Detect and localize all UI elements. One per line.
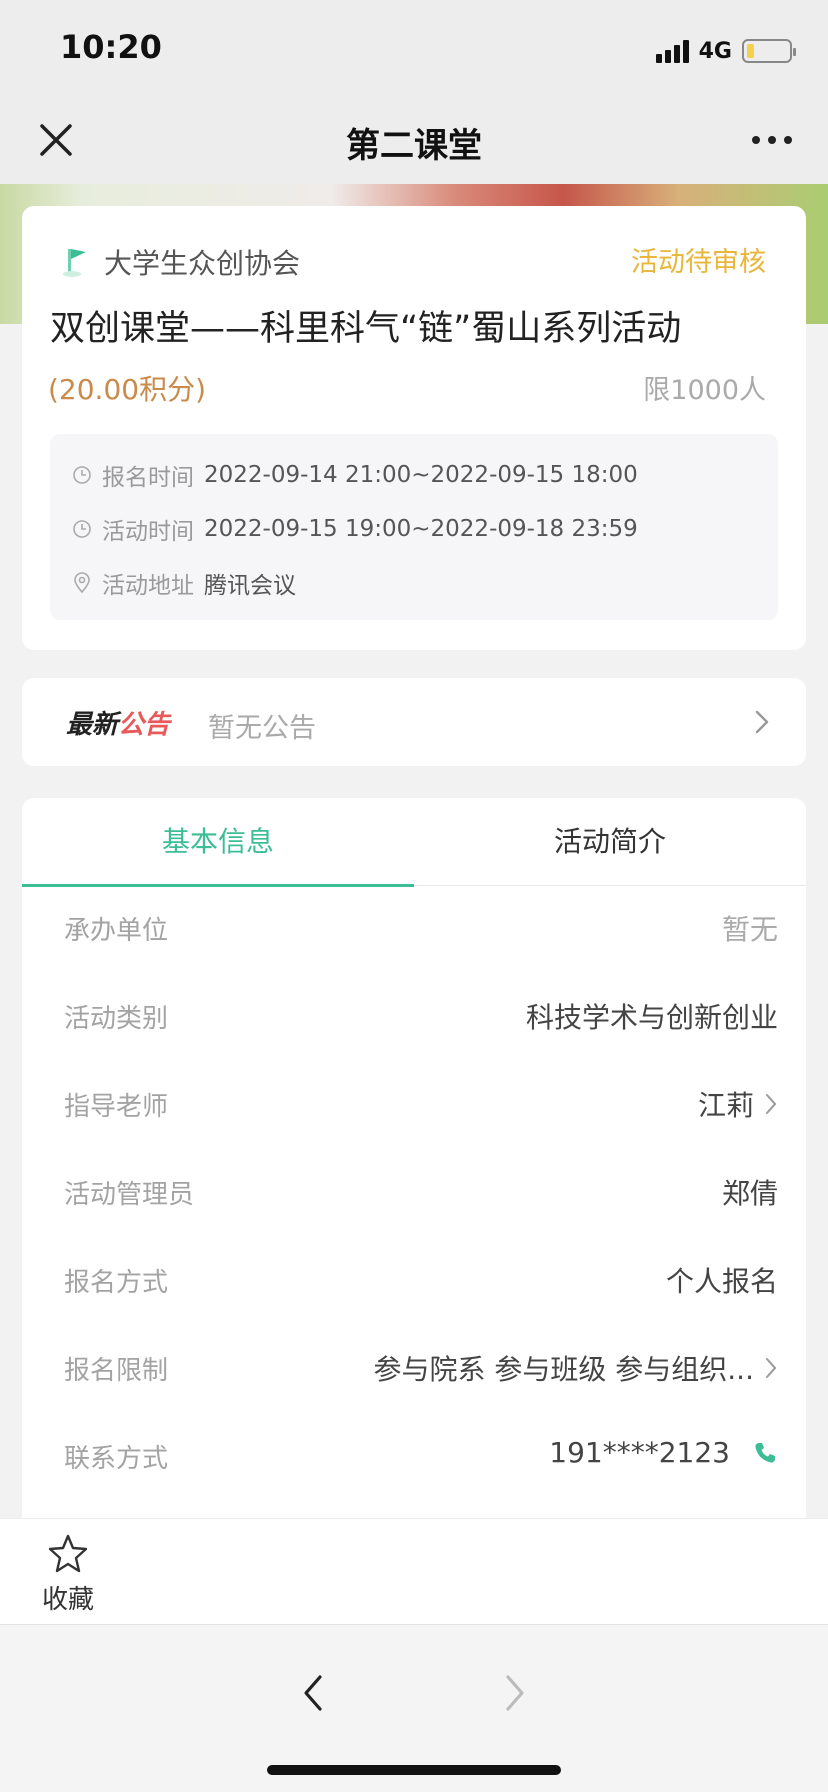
chevron-right-icon <box>755 710 769 734</box>
star-icon <box>48 1534 88 1573</box>
organizer-name: 大学生众创协会 <box>104 247 301 280</box>
location-pin-icon <box>74 572 90 594</box>
detail-label: 活动管理员 <box>64 1180 195 1210</box>
status-badge: 活动待审核 <box>631 247 766 278</box>
detail-label: 指导老师 <box>64 1092 169 1122</box>
address-label: 活动地址 <box>102 573 194 599</box>
activity-address-row: 活动地址 腾讯会议 <box>72 566 296 600</box>
announcement-heading-part1: 最新 <box>66 710 119 740</box>
battery-icon <box>742 39 796 63</box>
detail-row-category: 活动类别 科技学术与创新创业 <box>22 974 806 1062</box>
announcement-heading: 最新公告 <box>66 704 170 741</box>
status-bar: 10:20 4G <box>0 0 828 100</box>
detail-value: 191****2123 <box>549 1436 778 1469</box>
network-type: 4G <box>698 38 732 64</box>
browser-toolbar <box>0 1624 828 1792</box>
flag-icon <box>63 249 86 277</box>
activity-points: (20.00积分) <box>48 373 207 406</box>
forward-arrow-icon[interactable] <box>500 1671 530 1715</box>
detail-value: 参与院系 参与班级 参与组织... <box>373 1348 778 1388</box>
detail-value-text: 科技学术与创新创业 <box>525 1001 778 1034</box>
activity-time-label: 活动时间 <box>102 519 194 545</box>
detail-row-signup-method: 报名方式 个人报名 <box>22 1238 806 1326</box>
detail-label: 报名方式 <box>64 1268 169 1298</box>
signup-time-label: 报名时间 <box>102 465 194 491</box>
status-time: 10:20 <box>60 28 162 66</box>
home-indicator <box>267 1765 561 1775</box>
clock-icon <box>73 520 91 538</box>
detail-value: 个人报名 <box>666 1260 778 1300</box>
detail-value-text: 个人报名 <box>665 1265 778 1298</box>
page-title: 第二课堂 <box>346 126 482 166</box>
detail-row-contact[interactable]: 联系方式 191****2123 <box>22 1414 806 1502</box>
status-indicators: 4G <box>655 36 796 66</box>
clock-icon <box>73 466 91 484</box>
signup-time-value: 2022-09-14 21:00~2022-09-15 18:00 <box>204 462 638 488</box>
detail-value: 暂无 <box>722 908 778 948</box>
organizer-row[interactable]: 大学生众创协会 <box>60 242 300 282</box>
participant-limit: 限1000人 <box>643 375 766 406</box>
detail-tabs: 基本信息 活动简介 <box>22 798 806 887</box>
announcement-heading-part2: 公告 <box>118 710 171 740</box>
activity-time-row: 活动时间 2022-09-15 19:00~2022-09-18 23:59 <box>72 512 638 546</box>
announcement-text: 暂无公告 <box>208 713 316 744</box>
chevron-right-icon <box>766 1094 777 1114</box>
detail-label: 联系方式 <box>64 1444 169 1474</box>
detail-row-advisor[interactable]: 指导老师 江莉 <box>22 1062 806 1150</box>
detail-row-organizer: 承办单位 暂无 <box>22 886 806 974</box>
activity-detail-card: 基本信息 活动简介 承办单位 暂无 活动类别 科技学术与创新创业 指导老师 江莉… <box>22 798 806 1518</box>
activity-title: 双创课堂——科里科气“链”蜀山系列活动 <box>50 309 682 349</box>
activity-time-value: 2022-09-15 19:00~2022-09-18 23:59 <box>204 516 638 542</box>
detail-label: 活动类别 <box>64 1004 169 1034</box>
detail-value-text: 江莉 <box>697 1089 754 1122</box>
detail-value: 江莉 <box>698 1084 778 1124</box>
detail-row-signup-limits[interactable]: 报名限制 参与院系 参与班级 参与组织... <box>22 1326 806 1414</box>
detail-row-admin: 活动管理员 郑倩 <box>22 1150 806 1238</box>
activity-info-box: 报名时间 2022-09-14 21:00~2022-09-15 18:00 活… <box>50 434 778 620</box>
phone-icon[interactable] <box>752 1440 778 1466</box>
detail-label: 承办单位 <box>64 916 169 946</box>
detail-value-text: 暂无 <box>721 913 778 946</box>
detail-value-text: 191****2123 <box>549 1436 730 1469</box>
signup-time-row: 报名时间 2022-09-14 21:00~2022-09-15 18:00 <box>72 458 638 492</box>
navigation-bar: 第二课堂 <box>0 100 828 184</box>
announcement-card[interactable]: 最新公告 暂无公告 <box>22 678 806 766</box>
activity-summary-card: 大学生众创协会 活动待审核 双创课堂——科里科气“链”蜀山系列活动 (20.00… <box>22 206 806 650</box>
favorite-label: 收藏 <box>41 1585 94 1615</box>
detail-value-text: 参与院系 参与班级 参与组织... <box>373 1353 754 1386</box>
chevron-right-icon <box>766 1358 777 1378</box>
favorite-button[interactable]: 收藏 <box>38 1533 98 1616</box>
detail-label: 报名限制 <box>64 1356 169 1386</box>
more-options-icon[interactable] <box>752 136 792 148</box>
detail-value: 科技学术与创新创业 <box>526 996 778 1036</box>
back-arrow-icon[interactable] <box>298 1671 328 1715</box>
signal-icon <box>655 39 689 63</box>
detail-value: 郑倩 <box>722 1172 778 1212</box>
tab-basic-info[interactable]: 基本信息 <box>22 798 414 886</box>
address-value: 腾讯会议 <box>204 573 296 599</box>
bottom-action-bar: 收藏 <box>0 1518 828 1624</box>
tab-activity-intro[interactable]: 活动简介 <box>414 798 806 886</box>
detail-value-text: 郑倩 <box>721 1177 778 1210</box>
